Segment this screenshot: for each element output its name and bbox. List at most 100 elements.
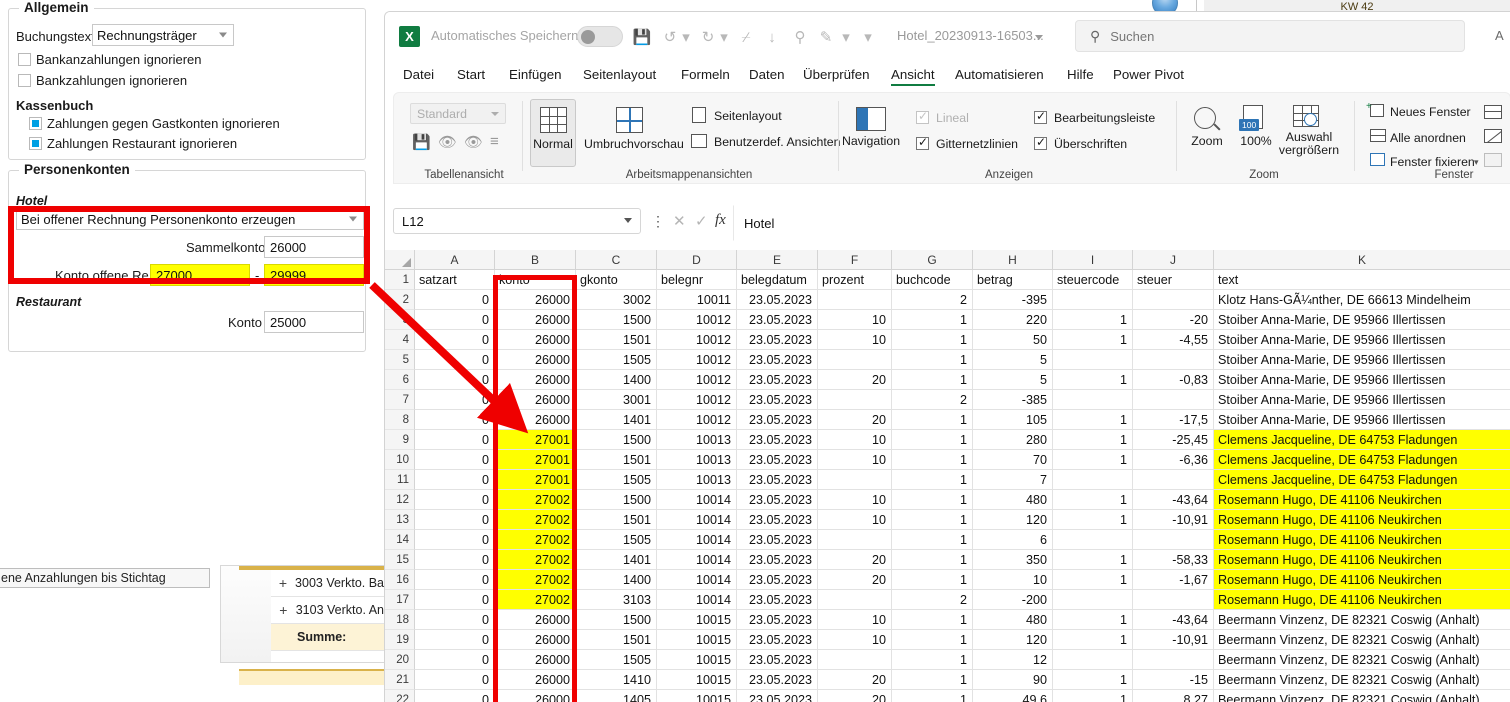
cell-buchcode[interactable]: 1 <box>892 430 973 450</box>
cell-belegdatum[interactable]: 23.05.2023 <box>737 650 818 670</box>
tab-hilfe[interactable]: Hilfe <box>1067 60 1094 88</box>
unhide-window-icon[interactable] <box>1484 153 1502 167</box>
column-header-g[interactable]: G <box>892 250 973 270</box>
cell-buchcode[interactable]: 2 <box>892 290 973 310</box>
cell-buchcode[interactable]: 1 <box>892 630 973 650</box>
confirm-icon[interactable]: ✓ <box>695 212 708 230</box>
cell-text[interactable]: Stoiber Anna-Marie, DE 95966 Illertissen <box>1214 310 1510 330</box>
cell-prozent[interactable]: 10 <box>818 490 892 510</box>
cell-text[interactable]: Clemens Jacqueline, DE 64753 Fladungen <box>1214 470 1510 490</box>
account-initial[interactable]: A <box>1495 28 1504 43</box>
row-header[interactable]: 12 <box>385 490 415 510</box>
header-cell-text[interactable]: text <box>1214 270 1510 290</box>
cell-belegnr[interactable]: 10014 <box>657 530 737 550</box>
row-header[interactable]: 18 <box>385 610 415 630</box>
cell-belegnr[interactable]: 10014 <box>657 510 737 530</box>
cell-gkonto[interactable]: 1410 <box>576 670 657 690</box>
cell-steuer[interactable]: -15 <box>1133 670 1214 690</box>
cell-satzart[interactable]: 0 <box>415 390 495 410</box>
cell-text[interactable]: Rosemann Hugo, DE 41106 Neukirchen <box>1214 550 1510 570</box>
cell-belegdatum[interactable]: 23.05.2023 <box>737 350 818 370</box>
cell-satzart[interactable]: 0 <box>415 410 495 430</box>
tab-start[interactable]: Start <box>457 60 485 88</box>
header-cell-satzart[interactable]: satzart <box>415 270 495 290</box>
cell-text[interactable]: Stoiber Anna-Marie, DE 95966 Illertissen <box>1214 390 1510 410</box>
cell-text[interactable]: Stoiber Anna-Marie, DE 95966 Illertissen <box>1214 370 1510 390</box>
cell-belegnr[interactable]: 10014 <box>657 570 737 590</box>
cell-satzart[interactable]: 0 <box>415 650 495 670</box>
cell-steuercode[interactable]: 1 <box>1053 330 1133 350</box>
row-header[interactable]: 22 <box>385 690 415 702</box>
cell-satzart[interactable]: 0 <box>415 570 495 590</box>
cell-betrag[interactable]: 280 <box>973 430 1053 450</box>
column-header-h[interactable]: H <box>973 250 1053 270</box>
cell-prozent[interactable] <box>818 530 892 550</box>
header-cell-belegnr[interactable]: belegnr <box>657 270 737 290</box>
cell-steuercode[interactable] <box>1053 530 1133 550</box>
cell-belegdatum[interactable]: 23.05.2023 <box>737 630 818 650</box>
cell-text[interactable]: Stoiber Anna-Marie, DE 95966 Illertissen <box>1214 410 1510 430</box>
row-header[interactable]: 21 <box>385 670 415 690</box>
row-header[interactable]: 2 <box>385 290 415 310</box>
cell-belegdatum[interactable]: 23.05.2023 <box>737 530 818 550</box>
cell-steuer[interactable] <box>1133 290 1214 310</box>
neues-fenster-icon[interactable] <box>1370 104 1384 117</box>
cell-steuer[interactable]: -1,67 <box>1133 570 1214 590</box>
cell-belegdatum[interactable]: 23.05.2023 <box>737 610 818 630</box>
fenster-fixieren-icon[interactable] <box>1370 153 1385 166</box>
cell-belegnr[interactable]: 10012 <box>657 410 737 430</box>
checkbox-bearbeitungsleiste-label[interactable]: Bearbeitungsleiste <box>1054 111 1155 125</box>
cell-buchcode[interactable]: 1 <box>892 450 973 470</box>
cell-steuer[interactable]: -43,64 <box>1133 490 1214 510</box>
cell-satzart[interactable]: 0 <box>415 330 495 350</box>
cell-belegnr[interactable]: 10012 <box>657 330 737 350</box>
formula-bar[interactable]: Hotel <box>733 205 1510 241</box>
cell-prozent[interactable] <box>818 470 892 490</box>
cell-belegnr[interactable]: 10013 <box>657 430 737 450</box>
cell-belegdatum[interactable]: 23.05.2023 <box>737 370 818 390</box>
cell-prozent[interactable]: 20 <box>818 570 892 590</box>
tab-ueberpruefen[interactable]: Überprüfen <box>803 60 870 88</box>
new-view-icon[interactable]: 👁 <box>464 133 483 151</box>
cell-text[interactable]: Beermann Vinzenz, DE 82321 Coswig (Anhal… <box>1214 610 1510 630</box>
cell-buchcode[interactable]: 1 <box>892 570 973 590</box>
column-header-e[interactable]: E <box>737 250 818 270</box>
cell-steuer[interactable]: -17,5 <box>1133 410 1214 430</box>
cell-belegnr[interactable]: 10015 <box>657 670 737 690</box>
cell-steuer[interactable] <box>1133 470 1214 490</box>
cell-text[interactable]: Beermann Vinzenz, DE 82321 Coswig (Anhal… <box>1214 650 1510 670</box>
split-horizontal-icon[interactable] <box>1484 105 1502 119</box>
zoom-100-label[interactable]: 100% <box>1232 135 1280 148</box>
cell-gkonto[interactable]: 1505 <box>576 650 657 670</box>
buchungstext-combo[interactable]: Rechnungsträger <box>92 24 234 46</box>
header-cell-steuercode[interactable]: steuercode <box>1053 270 1133 290</box>
cell-betrag[interactable]: 220 <box>973 310 1053 330</box>
cell-betrag[interactable]: 12 <box>973 650 1053 670</box>
cell-steuer[interactable] <box>1133 530 1214 550</box>
cell-steuer[interactable] <box>1133 350 1214 370</box>
row-header[interactable]: 20 <box>385 650 415 670</box>
header-cell-belegdatum[interactable]: belegdatum <box>737 270 818 290</box>
chevron-down-icon[interactable]: ▾ <box>677 28 695 46</box>
cell-prozent[interactable]: 20 <box>818 670 892 690</box>
row-header[interactable]: 1 <box>385 270 415 290</box>
cell-steuer[interactable] <box>1133 590 1214 610</box>
cell-belegdatum[interactable]: 23.05.2023 <box>737 590 818 610</box>
cell-gkonto[interactable]: 1400 <box>576 370 657 390</box>
row-header[interactable]: 5 <box>385 350 415 370</box>
checkbox-ueberschriften[interactable] <box>1034 135 1047 150</box>
tab-einfuegen[interactable]: Einfügen <box>509 60 562 88</box>
column-header-k[interactable]: K <box>1214 250 1510 270</box>
cell-steuercode[interactable]: 1 <box>1053 450 1133 470</box>
checkbox-bankzahlungen[interactable] <box>18 74 31 87</box>
row-header[interactable]: 8 <box>385 410 415 430</box>
row-header[interactable]: 10 <box>385 450 415 470</box>
fill-color-icon[interactable]: ✎ <box>817 28 835 46</box>
cell-belegdatum[interactable]: 23.05.2023 <box>737 570 818 590</box>
spellcheck-icon[interactable]: ⌿ <box>737 28 755 46</box>
cell-satzart[interactable]: 0 <box>415 590 495 610</box>
row-header[interactable]: 17 <box>385 590 415 610</box>
benutzerdef-ansichten-label[interactable]: Benutzerdef. Ansichten <box>714 135 840 149</box>
cell-satzart[interactable]: 0 <box>415 670 495 690</box>
background-grid-row[interactable]: + 3003 Verkto. Ba <box>271 570 384 597</box>
